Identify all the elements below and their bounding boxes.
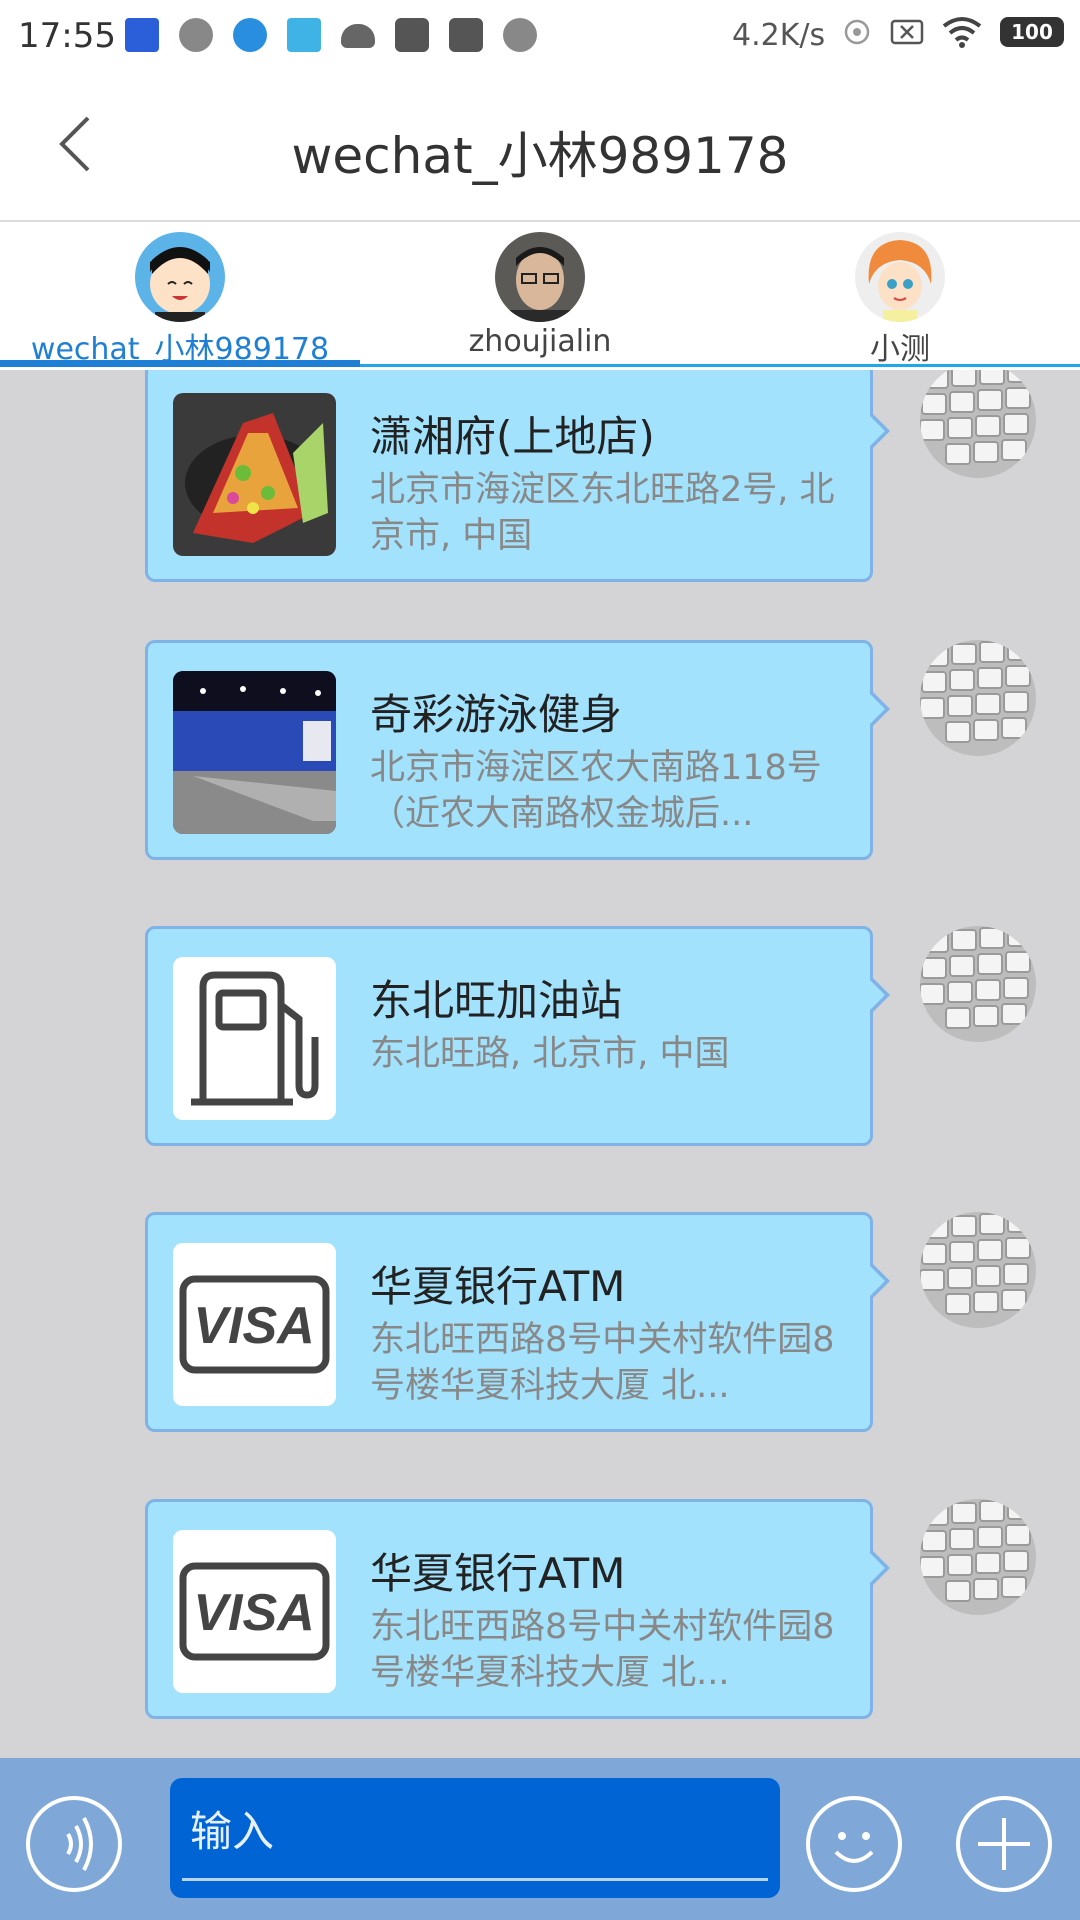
smiley-icon bbox=[834, 1832, 874, 1863]
input-underline bbox=[182, 1878, 768, 1881]
status-time: 17:55 bbox=[18, 16, 116, 56]
place-address: 东北旺路, 北京市, 中国 bbox=[370, 1034, 730, 1074]
avatar bbox=[855, 232, 945, 322]
message-input[interactable] bbox=[190, 1800, 750, 1862]
voice-button[interactable] bbox=[26, 1796, 122, 1892]
app-notification-icon bbox=[179, 18, 213, 52]
place-name: 东北旺加油站 bbox=[370, 976, 623, 1025]
gas-pump-icon bbox=[173, 957, 336, 1120]
battery-icon: 100 bbox=[1000, 17, 1064, 47]
bubble-tail bbox=[868, 414, 885, 448]
visa-icon: VISA bbox=[173, 1530, 336, 1693]
tab-zhoujialin[interactable]: zhoujialin bbox=[360, 222, 720, 370]
network-speed: 4.2K/s bbox=[732, 18, 826, 53]
bubble-tail bbox=[868, 1264, 885, 1298]
voice-icon bbox=[66, 1817, 93, 1871]
location-message[interactable]: 东北旺加油站 东北旺路, 北京市, 中国 bbox=[0, 926, 1080, 1152]
sender-avatar[interactable] bbox=[920, 1499, 1036, 1615]
bubble-tail bbox=[868, 1551, 885, 1585]
app-notification-icon bbox=[125, 18, 159, 52]
sim-off-icon bbox=[890, 19, 924, 45]
app-notification-icon bbox=[233, 18, 267, 52]
input-bar bbox=[0, 1758, 1080, 1920]
app-notification-icon bbox=[503, 18, 537, 52]
sender-avatar[interactable] bbox=[920, 640, 1036, 756]
contact-tabs: wechat_小林989178 zhoujialin 小测 bbox=[0, 222, 1080, 370]
add-button[interactable] bbox=[956, 1796, 1052, 1892]
tab-label: 小测 bbox=[870, 332, 930, 367]
place-address: 东北旺西路8号中关村软件园8号楼华夏科技大厦 北... bbox=[370, 1320, 835, 1406]
sender-avatar[interactable] bbox=[920, 1212, 1036, 1328]
cloud-icon bbox=[341, 24, 375, 48]
wifi-icon bbox=[942, 17, 982, 48]
tab-wechat-xiaolin[interactable]: wechat_小林989178 bbox=[0, 222, 360, 370]
place-address: 东北旺西路8号中关村软件园8号楼华夏科技大厦 北... bbox=[370, 1607, 835, 1693]
emoji-button[interactable] bbox=[806, 1796, 902, 1892]
location-message[interactable]: 潇湘府(上地店) 北京市海淀区东北旺路2号, 北京市, 中国 bbox=[0, 370, 1080, 588]
plus-icon bbox=[978, 1818, 1030, 1870]
status-bar: 17:55 4.2K/s 100 bbox=[0, 0, 1080, 72]
food-photo bbox=[173, 393, 336, 556]
bubble-tail bbox=[868, 692, 885, 726]
title-bar: wechat_小林989178 bbox=[0, 72, 1080, 222]
visa-icon: VISA bbox=[173, 1243, 336, 1406]
place-name: 奇彩游泳健身 bbox=[370, 690, 623, 739]
app-notification-icon bbox=[395, 18, 429, 52]
message-bubble[interactable]: VISA 华夏银行ATM 东北旺西路8号中关村软件园8号楼华夏科技大厦 北... bbox=[145, 1499, 890, 1719]
message-bubble[interactable]: VISA 华夏银行ATM 东北旺西路8号中关村软件园8号楼华夏科技大厦 北... bbox=[145, 1212, 890, 1432]
location-message[interactable]: VISA 华夏银行ATM 东北旺西路8号中关村软件园8号楼华夏科技大厦 北... bbox=[0, 1212, 1080, 1438]
chat-area[interactable]: 潇湘府(上地店) 北京市海淀区东北旺路2号, 北京市, 中国 奇彩游泳健身 北京… bbox=[0, 370, 1080, 1758]
page-title: wechat_小林989178 bbox=[291, 127, 789, 185]
message-bubble[interactable]: 东北旺加油站 东北旺路, 北京市, 中国 bbox=[145, 926, 890, 1146]
app-notification-icon bbox=[287, 18, 321, 52]
place-name: 华夏银行ATM bbox=[370, 1262, 626, 1311]
svg-text:VISA: VISA bbox=[193, 1297, 314, 1355]
location-message[interactable]: VISA 华夏银行ATM 东北旺西路8号中关村软件园8号楼华夏科技大厦 北... bbox=[0, 1499, 1080, 1725]
app-notification-icon bbox=[449, 18, 483, 52]
avatar bbox=[495, 232, 585, 322]
tab-xiaoce[interactable]: 小测 bbox=[720, 222, 1080, 370]
message-input-field[interactable] bbox=[170, 1778, 780, 1898]
avatar bbox=[135, 232, 225, 322]
bubble-tail bbox=[868, 978, 885, 1012]
hotspot-icon bbox=[844, 19, 870, 45]
sender-avatar[interactable] bbox=[920, 370, 1036, 478]
tab-label: zhoujialin bbox=[468, 324, 612, 359]
gym-photo bbox=[173, 671, 336, 834]
location-message[interactable]: 奇彩游泳健身 北京市海淀区农大南路118号（近农大南路权金城后... bbox=[0, 640, 1080, 866]
svg-text:VISA: VISA bbox=[193, 1584, 314, 1642]
message-bubble[interactable]: 奇彩游泳健身 北京市海淀区农大南路118号（近农大南路权金城后... bbox=[145, 640, 890, 860]
place-address: 北京市海淀区东北旺路2号, 北京市, 中国 bbox=[370, 470, 835, 556]
place-address: 北京市海淀区农大南路118号（近农大南路权金城后... bbox=[370, 748, 822, 834]
sender-avatar[interactable] bbox=[920, 926, 1036, 1042]
notification-icons bbox=[125, 18, 537, 52]
place-name: 潇湘府(上地店) bbox=[370, 412, 655, 461]
place-name: 华夏银行ATM bbox=[370, 1549, 626, 1598]
message-bubble[interactable]: 潇湘府(上地店) 北京市海淀区东北旺路2号, 北京市, 中国 bbox=[145, 370, 890, 582]
active-tab-indicator bbox=[0, 360, 360, 367]
